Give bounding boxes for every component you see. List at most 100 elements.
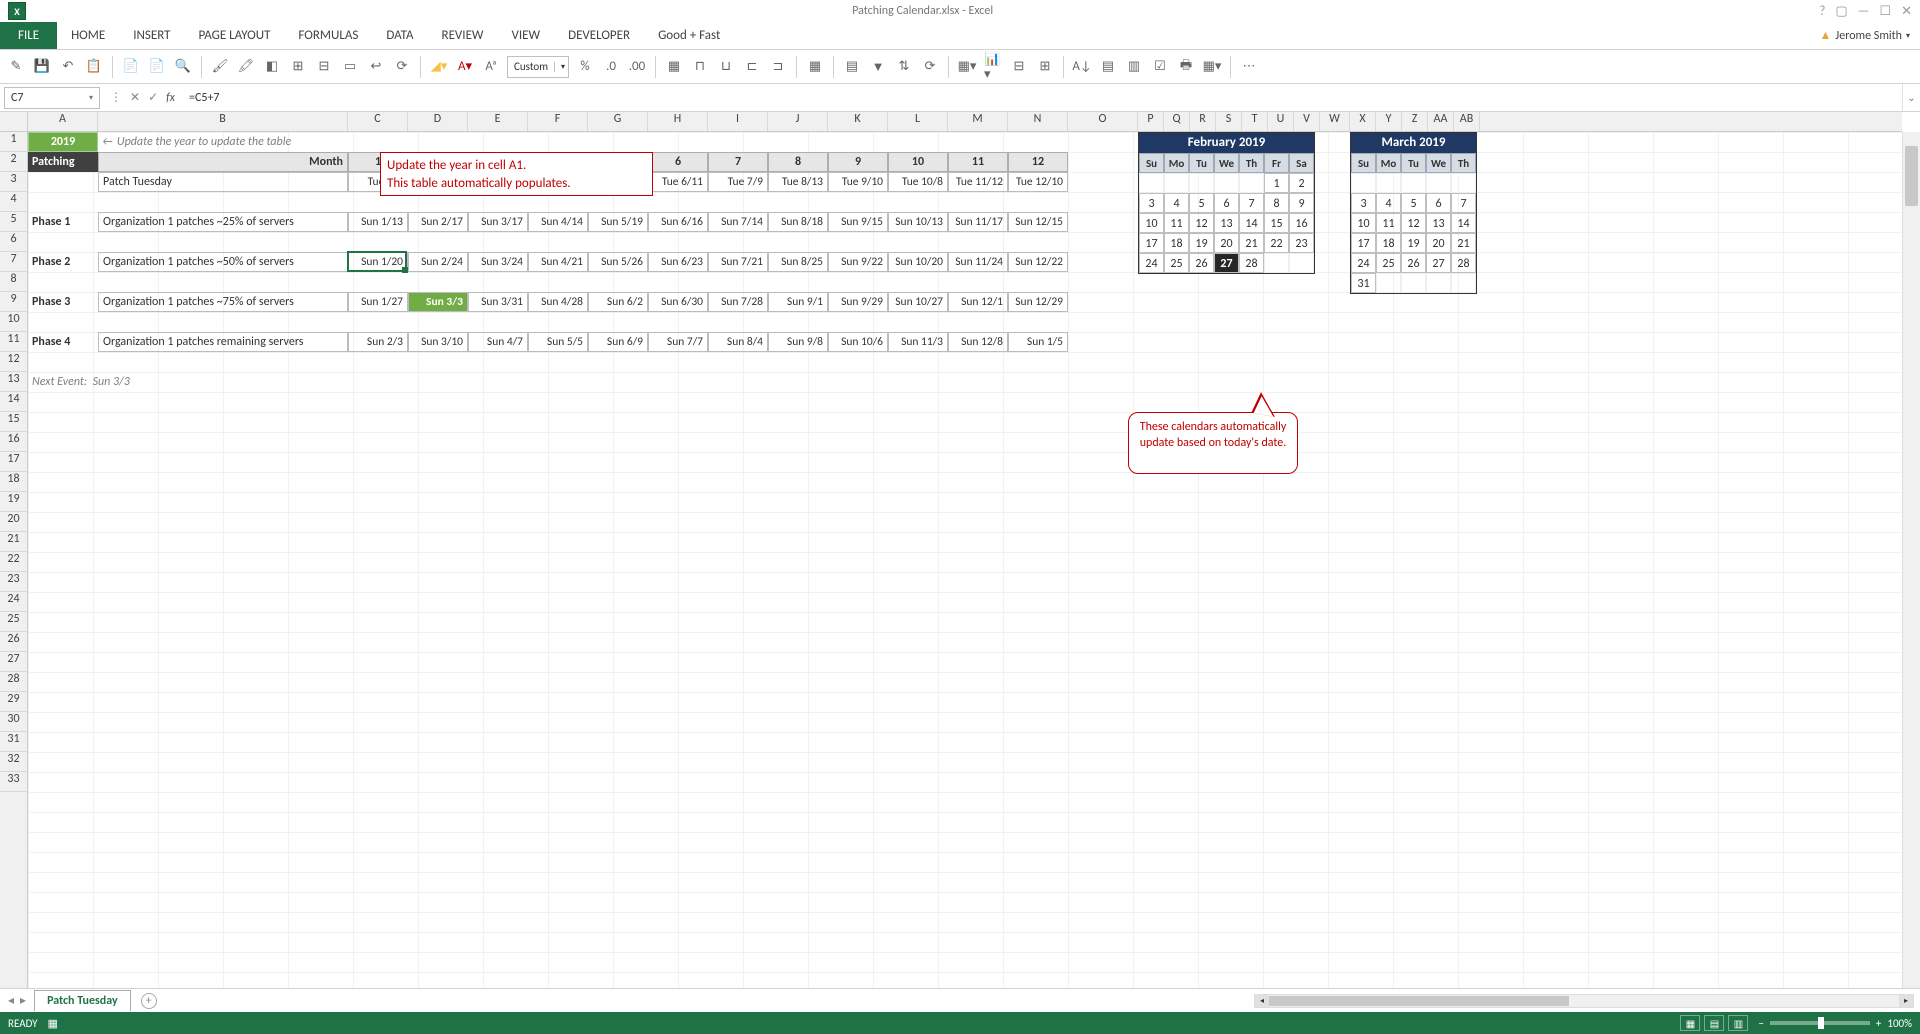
calendar-current-day[interactable]: 7 (1239, 193, 1264, 213)
calendar-next-day[interactable]: 6 (1426, 193, 1451, 213)
row-header-8[interactable]: 8 (0, 272, 27, 292)
cell-phase2-m6[interactable]: Sun 6/23 (648, 252, 708, 272)
cell-phase1-m6[interactable]: Sun 6/16 (648, 212, 708, 232)
cell-phase3-m6[interactable]: Sun 6/30 (648, 292, 708, 312)
macros-icon[interactable]: ▦▾ (1202, 57, 1222, 77)
calendar-next-day[interactable] (1401, 273, 1426, 293)
row-header-21[interactable]: 21 (0, 532, 27, 552)
col-header-H[interactable]: H (648, 112, 708, 131)
cell-phase1-label[interactable]: Phase 1 (28, 212, 98, 232)
cell-phase3-m5[interactable]: Sun 6/2 (588, 292, 648, 312)
calendar-current-day[interactable]: 6 (1214, 193, 1239, 213)
zoom-in-icon[interactable]: + (1876, 1017, 1881, 1030)
cell-phase4-m10[interactable]: Sun 11/3 (888, 332, 948, 352)
cell-phase3-m12[interactable]: Sun 12/29 (1008, 292, 1068, 312)
freeze-icon[interactable]: ▤ (842, 57, 862, 77)
row-header-27[interactable]: 27 (0, 652, 27, 672)
minimize-icon[interactable]: — (1858, 4, 1870, 19)
cell-pt-11[interactable]: Tue 11/12 (948, 172, 1008, 192)
undo-icon[interactable]: ↶ (58, 57, 78, 77)
calendar-next-day[interactable]: 11 (1376, 213, 1401, 233)
font-size-icon[interactable]: Aᵃ (481, 57, 501, 77)
calendar-next-day[interactable] (1451, 273, 1476, 293)
col-header-R[interactable]: R (1190, 112, 1216, 131)
cell-phase4-m3[interactable]: Sun 4/7 (468, 332, 528, 352)
cell-phase3-m2[interactable]: Sun 3/3 (408, 292, 468, 312)
cell-year[interactable]: 2019 (28, 132, 98, 152)
cell-phase1-desc[interactable]: Organization 1 patches ~25% of servers (98, 212, 348, 232)
cell-phase2-m11[interactable]: Sun 11/24 (948, 252, 1008, 272)
row-header-28[interactable]: 28 (0, 672, 27, 692)
col-header-N[interactable]: N (1008, 112, 1068, 131)
row-header-16[interactable]: 16 (0, 432, 27, 452)
save-icon[interactable]: 💾 (32, 57, 52, 77)
cell-phase2-m9[interactable]: Sun 9/22 (828, 252, 888, 272)
cell-phase3-m4[interactable]: Sun 4/28 (528, 292, 588, 312)
group-icon[interactable]: ⊟ (1009, 57, 1029, 77)
cell-phase4-label[interactable]: Phase 4 (28, 332, 98, 352)
row-header-5[interactable]: 5 (0, 212, 27, 232)
number-format-dropdown[interactable]: Custom▾ (507, 56, 569, 78)
grid[interactable]: 2019← Update the year to update the tabl… (28, 132, 1902, 988)
paste-icon[interactable]: 📄 (121, 57, 141, 77)
cell-patching[interactable]: Patching (28, 152, 98, 172)
calendar-current-day[interactable]: 8 (1264, 193, 1289, 213)
calendar-next-day[interactable]: 18 (1376, 233, 1401, 253)
remove-dup-icon[interactable]: ▤ (1098, 57, 1118, 77)
cell-phase2-m7[interactable]: Sun 7/21 (708, 252, 768, 272)
cell-phase3-m9[interactable]: Sun 9/29 (828, 292, 888, 312)
cell-month-11[interactable]: 11 (948, 152, 1008, 172)
calendar-next-day[interactable] (1351, 173, 1376, 193)
cell-patch-tuesday-label[interactable]: Patch Tuesday (98, 172, 348, 192)
borders-icon[interactable]: ▦ (664, 57, 684, 77)
calendar-current-day[interactable]: 11 (1164, 213, 1189, 233)
cell-next-event[interactable]: Next Event: Sun 3/3 (28, 372, 468, 392)
pivot-icon[interactable]: ▦▾ (957, 57, 977, 77)
col-header-E[interactable]: E (468, 112, 528, 131)
eraser-icon[interactable]: ◧ (262, 57, 282, 77)
col-header-Q[interactable]: Q (1164, 112, 1190, 131)
row-header-13[interactable]: 13 (0, 372, 27, 392)
cell-phase2-m3[interactable]: Sun 3/24 (468, 252, 528, 272)
column-headers[interactable]: ABCDEFGHIJKLMNOPQRSTUVWXYZAAAB (28, 112, 1902, 132)
calendar-current-day[interactable] (1264, 253, 1289, 273)
calendar-current-day[interactable]: 13 (1214, 213, 1239, 233)
calendar-current-day[interactable] (1214, 173, 1239, 193)
calendar-current-day[interactable]: 26 (1189, 253, 1214, 273)
calendar-current-day[interactable]: 20 (1214, 233, 1239, 253)
tab-developer[interactable]: DEVELOPER (554, 22, 644, 49)
calendar-current-day[interactable]: 1 (1264, 173, 1289, 193)
vertical-scrollbar[interactable] (1902, 132, 1920, 988)
cell-phase4-m5[interactable]: Sun 6/9 (588, 332, 648, 352)
calendar-current-day[interactable]: 28 (1239, 253, 1264, 273)
cell-pt-12[interactable]: Tue 12/10 (1008, 172, 1068, 192)
cell-phase1-m7[interactable]: Sun 7/14 (708, 212, 768, 232)
calendar-next-day[interactable]: 21 (1451, 233, 1476, 253)
spellcheck-icon[interactable]: ✎ (6, 57, 26, 77)
cell-phase1-m8[interactable]: Sun 8/18 (768, 212, 828, 232)
col-header-AA[interactable]: AA (1428, 112, 1454, 131)
filter-icon[interactable]: ▼ (868, 57, 888, 77)
col-header-K[interactable]: K (828, 112, 888, 131)
calendar-next-day[interactable]: 19 (1401, 233, 1426, 253)
wrap-icon[interactable]: ↩ (366, 57, 386, 77)
calendar-current-day[interactable] (1164, 173, 1189, 193)
col-header-I[interactable]: I (708, 112, 768, 131)
formula-input[interactable]: =C5+7 (185, 91, 1902, 105)
row-header-15[interactable]: 15 (0, 412, 27, 432)
row-header-10[interactable]: 10 (0, 312, 27, 332)
border-top-icon[interactable]: ⊓ (690, 57, 710, 77)
col-header-W[interactable]: W (1320, 112, 1350, 131)
formula-more-icon[interactable]: ⋮ (110, 90, 122, 105)
tab-formulas[interactable]: FORMULAS (284, 22, 372, 49)
row-header-11[interactable]: 11 (0, 332, 27, 352)
col-header-L[interactable]: L (888, 112, 948, 131)
calendar-next-day[interactable]: 10 (1351, 213, 1376, 233)
col-header-T[interactable]: T (1242, 112, 1268, 131)
cell-phase2-m2[interactable]: Sun 2/24 (408, 252, 468, 272)
tab-home[interactable]: HOME (57, 22, 119, 49)
cell-pt-7[interactable]: Tue 7/9 (708, 172, 768, 192)
row-header-29[interactable]: 29 (0, 692, 27, 712)
col-header-A[interactable]: A (28, 112, 98, 131)
add-sheet-button[interactable]: + (141, 993, 157, 1009)
